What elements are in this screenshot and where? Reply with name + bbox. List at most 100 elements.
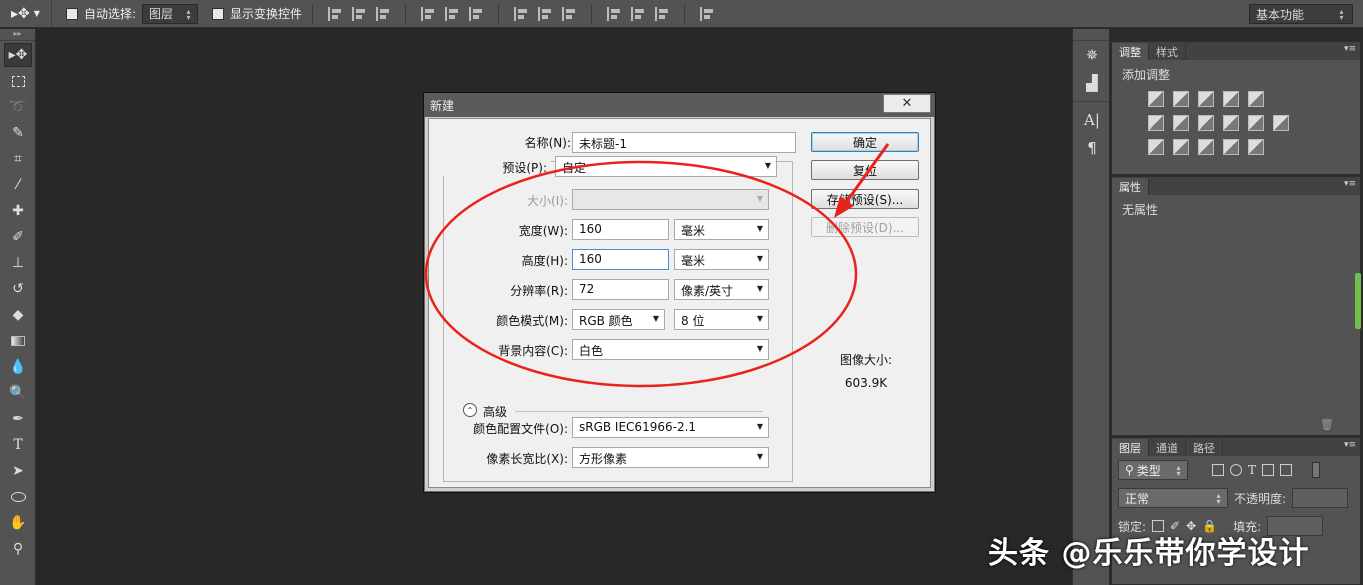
tab-properties[interactable]: 属性 — [1112, 178, 1149, 195]
crop-tool[interactable]: ⌗ — [4, 147, 32, 171]
color-profile-dropdown[interactable]: sRGB IEC61966-2.1 — [572, 417, 769, 438]
tab-paths[interactable]: 路径 — [1186, 439, 1223, 456]
quick-select-tool[interactable]: ✎ — [4, 121, 32, 145]
threshold-icon[interactable] — [1198, 139, 1214, 155]
black-white-icon[interactable] — [1198, 115, 1214, 131]
levels-icon[interactable] — [1173, 91, 1189, 107]
paragraph-button[interactable]: ¶ — [1073, 134, 1111, 162]
type-filter-icon[interactable]: T — [1248, 463, 1256, 477]
show-transform-checkbox[interactable] — [212, 7, 225, 20]
panel-menu-icon[interactable]: ▾≡ — [1344, 44, 1356, 54]
color-balance-icon[interactable] — [1173, 115, 1189, 131]
eraser-tool[interactable]: ◆ — [4, 303, 32, 327]
align-top-icon[interactable] — [328, 6, 342, 21]
move-tool[interactable]: ▸✥ — [4, 43, 32, 67]
color-lookup-icon[interactable] — [1273, 115, 1289, 131]
width-unit-dropdown[interactable]: 毫米 — [674, 219, 769, 240]
close-button[interactable]: ✕ — [883, 94, 931, 113]
distribute-vcenter-icon[interactable] — [538, 6, 552, 21]
histogram-button[interactable]: ▟ — [1073, 69, 1111, 97]
panel-grip[interactable]: ▸▸ — [0, 29, 35, 41]
channel-mixer-icon[interactable] — [1248, 115, 1264, 131]
distribute-right-icon[interactable] — [655, 6, 669, 21]
opacity-field[interactable] — [1292, 488, 1349, 508]
vibrance-icon[interactable] — [1248, 91, 1264, 107]
photo-filter-icon[interactable] — [1223, 115, 1239, 131]
ok-button[interactable]: 确定 — [811, 132, 919, 152]
eyedropper-tool[interactable]: ⁄ — [4, 173, 32, 197]
trash-icon[interactable]: 🗑 — [1320, 418, 1334, 431]
auto-align-icon[interactable] — [700, 6, 714, 21]
resolution-input[interactable]: 72 — [572, 279, 669, 300]
marquee-tool[interactable] — [4, 69, 32, 93]
blur-tool[interactable]: 💧 — [4, 355, 32, 379]
hand-tool[interactable]: ✋ — [4, 511, 32, 535]
gradient-map-icon[interactable] — [1248, 139, 1264, 155]
dialog-title-bar[interactable]: 新建 ✕ — [424, 93, 935, 117]
workspace-switcher[interactable]: 基本功能 — [1249, 4, 1353, 24]
distribute-hcenter-icon[interactable] — [631, 6, 645, 21]
align-left-icon[interactable] — [421, 6, 435, 21]
character-button[interactable]: A| — [1073, 106, 1111, 134]
healing-tool[interactable]: ✚ — [4, 199, 32, 223]
image-filter-icon[interactable] — [1212, 464, 1224, 476]
distribute-bottom-icon[interactable] — [562, 6, 576, 21]
panel-scrollbar[interactable] — [1355, 273, 1361, 329]
lasso-tool[interactable]: ➰ — [4, 95, 32, 119]
align-right-icon[interactable] — [469, 6, 483, 21]
posterize-icon[interactable] — [1173, 139, 1189, 155]
shape-tool[interactable] — [4, 485, 32, 509]
shape-filter-icon[interactable] — [1262, 464, 1275, 476]
align-vcenter-icon[interactable] — [352, 6, 366, 21]
selective-color-icon[interactable] — [1223, 139, 1239, 155]
add-adjustment-title: 添加调整 — [1122, 68, 1171, 82]
bit-depth-dropdown[interactable]: 8 位 — [674, 309, 769, 330]
tab-styles[interactable]: 样式 — [1149, 43, 1186, 60]
align-hcenter-icon[interactable] — [445, 6, 459, 21]
pen-tool[interactable]: ✒ — [4, 407, 32, 431]
color-mode-dropdown[interactable]: RGB 颜色 — [572, 309, 665, 330]
path-select-tool[interactable]: ➤ — [4, 459, 32, 483]
adjustment-filter-icon[interactable] — [1230, 464, 1242, 476]
type-tool[interactable]: T — [4, 433, 32, 457]
pixel-aspect-dropdown[interactable]: 方形像素 — [572, 447, 769, 468]
tab-channels[interactable]: 通道 — [1149, 439, 1186, 456]
brush-tool[interactable]: ✐ — [4, 225, 32, 249]
curves-icon[interactable] — [1198, 91, 1214, 107]
gradient-tool[interactable] — [4, 329, 32, 353]
blend-mode-dropdown[interactable]: 正常 — [1118, 488, 1228, 508]
invert-icon[interactable] — [1148, 139, 1164, 155]
filter-toggle[interactable] — [1312, 462, 1321, 478]
reset-button[interactable]: 复位 — [811, 160, 919, 180]
background-dropdown[interactable]: 白色 — [572, 339, 769, 360]
save-preset-button[interactable]: 存储预设(S)... — [811, 189, 919, 209]
name-input[interactable]: 未标题-1 — [572, 132, 796, 153]
panel-menu-icon[interactable]: ▾≡ — [1344, 440, 1356, 450]
distribute-left-icon[interactable] — [607, 6, 621, 21]
distribute-top-icon[interactable] — [514, 6, 528, 21]
brightness-icon[interactable] — [1148, 91, 1164, 107]
resolution-unit-dropdown[interactable]: 像素/英寸 — [674, 279, 769, 300]
layer-filter-kind[interactable]: ⚲ 类型 — [1118, 460, 1188, 480]
auto-select-checkbox[interactable] — [66, 7, 78, 20]
navigator-button[interactable]: ✵ — [1073, 41, 1111, 69]
tab-adjustments[interactable]: 调整 — [1112, 43, 1149, 60]
height-unit-dropdown[interactable]: 毫米 — [674, 249, 769, 270]
preset-dropdown[interactable]: 自定 — [555, 156, 777, 177]
dodge-tool[interactable]: 🔍 — [4, 381, 32, 405]
history-brush-tool[interactable]: ↺ — [4, 277, 32, 301]
panel-menu-icon[interactable]: ▾≡ — [1344, 179, 1356, 189]
tool-preset-picker[interactable]: ▸✥ ▼ — [0, 0, 52, 28]
exposure-icon[interactable] — [1223, 91, 1239, 107]
zoom-tool[interactable]: ⚲ — [4, 537, 32, 561]
hue-saturation-icon[interactable] — [1148, 115, 1164, 131]
panel-grip[interactable] — [1073, 29, 1109, 41]
tab-layers[interactable]: 图层 — [1112, 439, 1149, 456]
smart-object-filter-icon[interactable] — [1280, 464, 1293, 476]
auto-select-dropdown[interactable]: 图层 — [142, 3, 199, 24]
width-input[interactable]: 160 — [572, 219, 669, 240]
height-input[interactable]: 160 — [572, 249, 669, 270]
align-bottom-icon[interactable] — [376, 6, 390, 21]
advanced-toggle[interactable]: ⌃ — [463, 403, 477, 417]
stamp-tool[interactable]: ⊥ — [4, 251, 32, 275]
